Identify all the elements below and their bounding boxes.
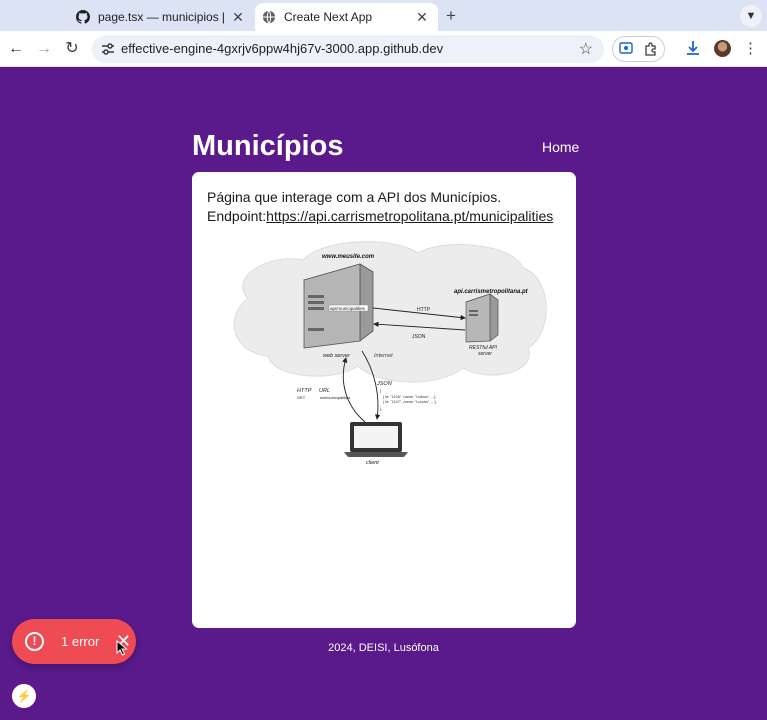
tab-create-next-app[interactable]: Create Next App ✕	[255, 3, 438, 31]
github-icon	[76, 10, 90, 24]
laptop-icon	[344, 422, 408, 457]
content-card: Página que interage com a API dos Municí…	[192, 172, 576, 628]
mouse-cursor-icon	[116, 640, 128, 656]
endpoint-line: Endpoint:https://api.carrismetropolitana…	[207, 207, 553, 226]
download-icon[interactable]	[684, 39, 702, 57]
back-arrow-icon[interactable]: ←	[6, 39, 26, 59]
nextjs-devtools-bolt-icon[interactable]: ⚡	[12, 684, 36, 708]
api-server-icon	[465, 293, 499, 343]
json-row-2: { id: "1107", name: "Loures", ...},	[383, 400, 437, 404]
site-settings-icon[interactable]	[100, 41, 116, 57]
tab-vscode[interactable]: page.tsx — municipios [Code ✕	[68, 3, 254, 31]
client-label: client	[366, 460, 379, 466]
web-server-label: web server	[323, 353, 351, 359]
extensions-puzzle-icon[interactable]	[644, 42, 658, 56]
address-bar[interactable]: effective-engine-4gxrjv6ppw4hj67v-3000.a…	[92, 35, 604, 63]
error-count[interactable]: 1 error	[61, 634, 99, 649]
json-open: [	[380, 388, 382, 393]
server-path-label: api/municipalities	[330, 306, 366, 311]
internet-label: Internet	[374, 353, 393, 359]
profile-avatar[interactable]	[714, 40, 731, 57]
description-text: Página que interage com a API dos Municí…	[207, 189, 502, 205]
reload-icon[interactable]: ↻	[62, 39, 82, 59]
internet-cloud	[233, 241, 547, 383]
json-close: ]	[380, 406, 381, 411]
client-path-label: ecl/municipalities	[320, 395, 350, 400]
tab-title: page.tsx — municipios [Code	[98, 10, 224, 24]
close-tab-icon[interactable]: ✕	[230, 9, 246, 25]
client-get-label: GET	[297, 395, 306, 400]
client-url-label: URL	[319, 388, 330, 394]
tab-strip: page.tsx — municipios [Code ✕ Create Nex…	[0, 0, 767, 31]
forward-arrow-icon[interactable]: →	[34, 39, 54, 59]
screen-cast-icon[interactable]	[619, 42, 633, 55]
architecture-diagram: api/municipalities HTTP JSON www.meusite…	[233, 241, 547, 466]
client-json-label: JSON	[376, 381, 392, 387]
api-host-label: api.carrismetropolitana.pt	[454, 289, 529, 295]
client-http-label: HTTP	[297, 388, 312, 394]
json-label: JSON	[412, 334, 426, 340]
home-link[interactable]: Home	[542, 139, 579, 155]
description: Página que interage com a API dos Municí…	[207, 188, 553, 226]
page-title: Municípios	[192, 130, 344, 162]
bookmark-star-icon[interactable]: ☆	[579, 39, 593, 59]
browser-menu-icon[interactable]: ⋮	[743, 39, 758, 59]
http-label: HTTP	[417, 307, 431, 313]
tab-search-button[interactable]: ▼	[740, 5, 762, 27]
browser-toolbar: ← → ↻ effective-engine-4gxrjv6ppw4hj67v-…	[0, 31, 767, 67]
site-label: www.meusite.com	[322, 254, 375, 260]
new-tab-button[interactable]: +	[442, 7, 460, 25]
address-url[interactable]: effective-engine-4gxrjv6ppw4hj67v-3000.a…	[121, 41, 443, 56]
tab-title: Create Next App	[284, 10, 373, 24]
close-tab-icon[interactable]: ✕	[414, 9, 430, 25]
endpoint-link[interactable]: https://api.carrismetropolitana.pt/munic…	[266, 208, 553, 224]
globe-icon	[262, 10, 276, 24]
json-row-1: { id: "1106", name: "Lisboa", ...},	[383, 395, 436, 399]
extensions-group	[612, 36, 665, 62]
rest-server-label: server	[478, 351, 492, 357]
error-alert-icon: !	[25, 632, 44, 651]
endpoint-label: Endpoint:	[207, 208, 267, 224]
